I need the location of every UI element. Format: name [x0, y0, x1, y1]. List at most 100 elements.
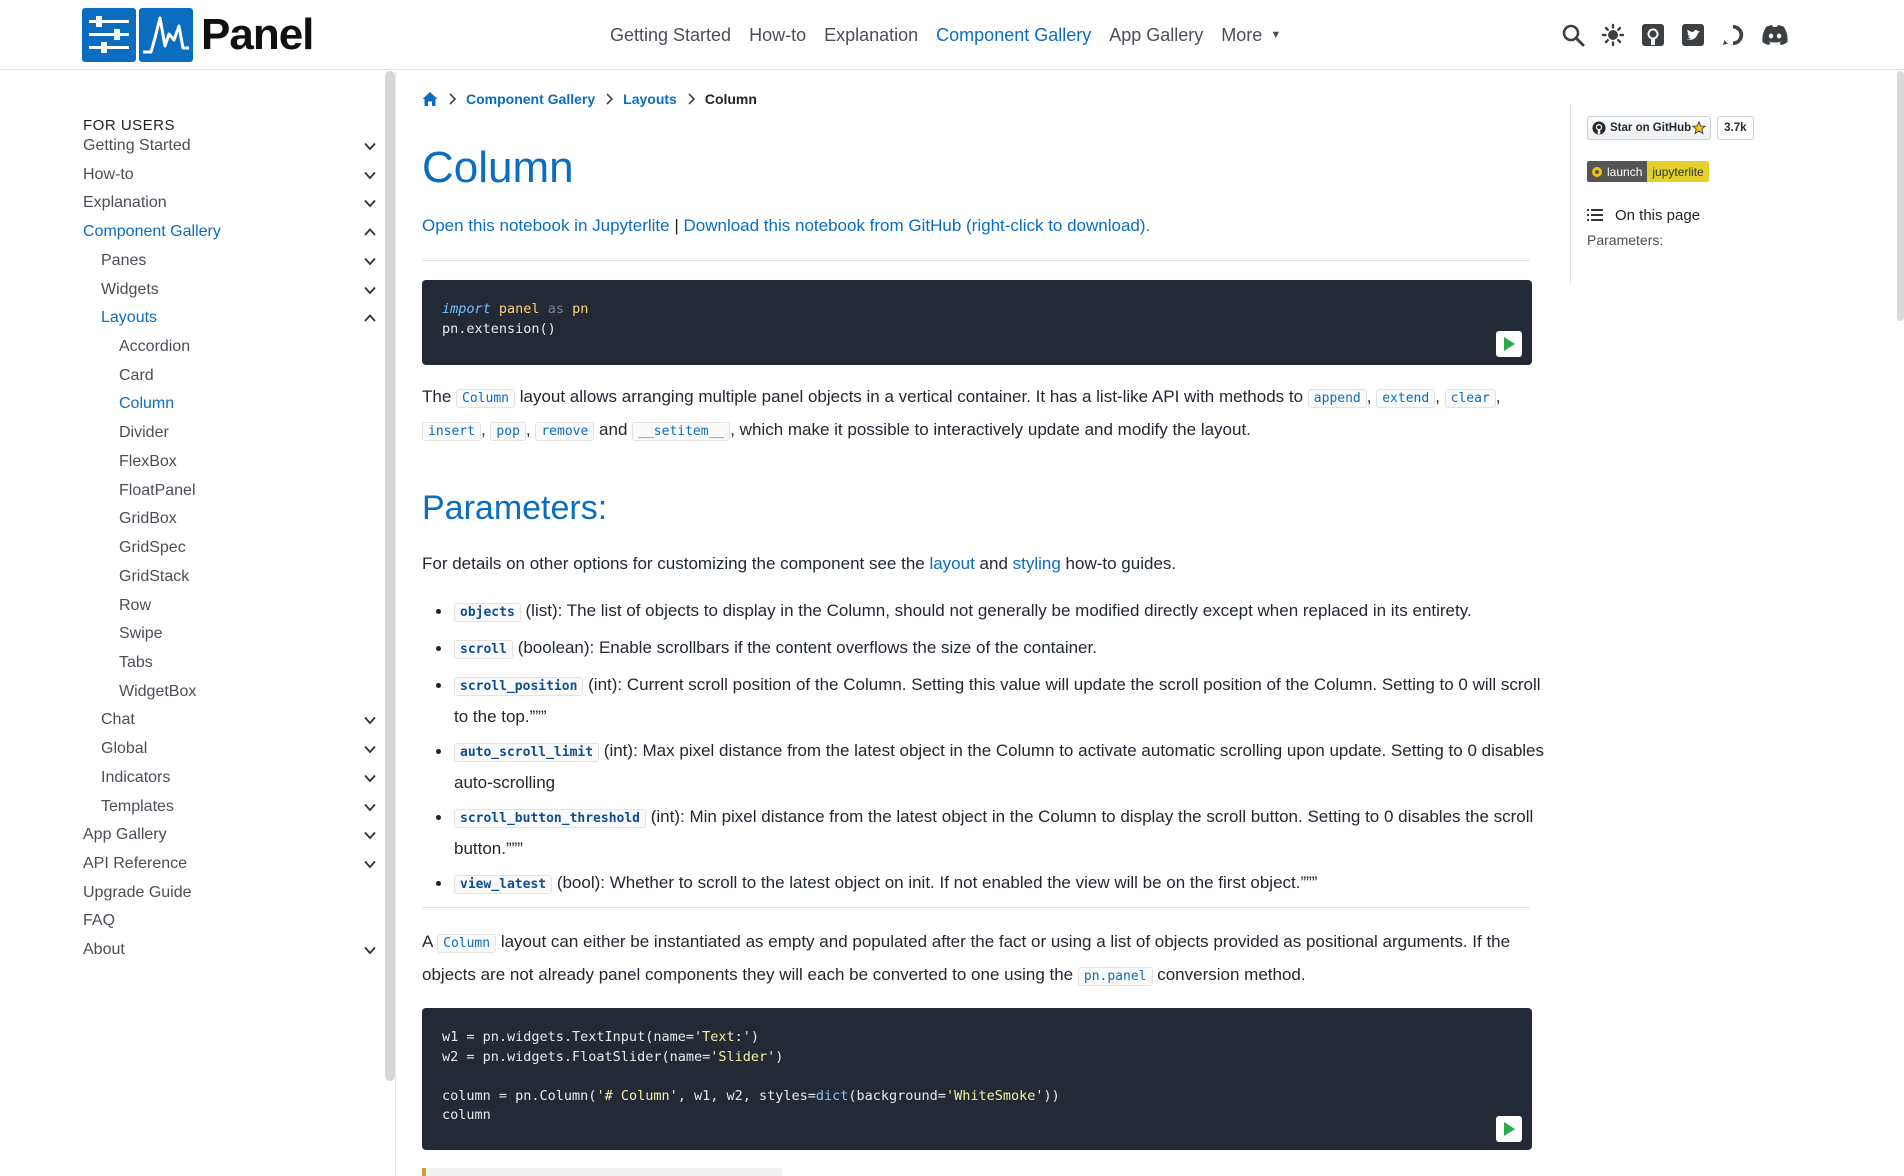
sidebar-item-label: WidgetBox — [119, 682, 197, 700]
main-content: Component Gallery Layouts Column Column … — [397, 71, 1557, 1176]
nav-icon-bar — [1560, 0, 1804, 70]
sidebar-item-label: GridSpec — [119, 539, 186, 557]
discourse-icon[interactable] — [1720, 22, 1746, 48]
sidebar-item-label: Swipe — [119, 625, 163, 643]
chevron-down-icon[interactable] — [362, 253, 378, 269]
run-cell-button[interactable] — [1496, 331, 1522, 357]
chevron-up-icon[interactable] — [362, 224, 378, 240]
inline-code: append — [1307, 389, 1367, 408]
search-icon[interactable] — [1560, 22, 1586, 48]
inline-code: remove — [535, 421, 595, 441]
sidebar-item-label: Explanation — [83, 194, 167, 212]
download-github-link[interactable]: Download this notebook from GitHub (righ… — [683, 216, 1150, 235]
divider — [422, 260, 1530, 261]
param-name: scroll — [454, 640, 513, 659]
styling-link[interactable]: styling — [1013, 554, 1061, 573]
chevron-down-icon[interactable] — [362, 167, 378, 183]
inline-code: insert — [422, 421, 481, 441]
code-block: w1 = pn.widgets.TextInput(name='Text:') … — [442, 1029, 1060, 1123]
inline-code: Column — [437, 934, 497, 953]
chevron-down-icon[interactable] — [362, 799, 378, 815]
sidebar-scrollbar[interactable] — [385, 71, 395, 1081]
run-cell-button[interactable] — [1496, 1116, 1522, 1142]
github-star-button[interactable]: Star on GitHub — [1587, 116, 1712, 140]
sidebar-item-label: Tabs — [119, 653, 153, 671]
github-icon — [1592, 121, 1606, 135]
chevron-down-icon[interactable] — [362, 712, 378, 728]
sidebar-item-label: Global — [101, 740, 148, 758]
inline-code: pn.panel — [1077, 966, 1153, 986]
sidebar-item-label: GridStack — [119, 567, 190, 585]
sidebar: FOR USERS Getting Started How-to Explanati… — [0, 71, 396, 1176]
nav-component-gallery[interactable]: Component Gallery — [936, 25, 1091, 46]
output-preview — [422, 1168, 782, 1176]
param-name: view_latest — [454, 875, 553, 894]
param-name: objects — [454, 603, 521, 622]
parameters-intro: For details on other options for customi… — [422, 554, 1177, 573]
toc-item-parameters[interactable]: Parameters: — [1587, 232, 1663, 248]
intro-paragraph: The Column layout allows arranging multi… — [422, 387, 1501, 441]
launch-badge-left: launch — [1587, 161, 1648, 182]
breadcrumb-layouts[interactable]: Layouts — [623, 91, 677, 107]
logo-chart-icon — [139, 8, 193, 62]
parameters-list: objects (list): The list of objects to d… — [422, 596, 1552, 900]
sidebar-item-label: Chat — [101, 711, 135, 729]
toc-heading-label: On this page — [1615, 206, 1701, 224]
chevron-down-icon[interactable] — [362, 195, 378, 211]
nav-explanation[interactable]: Explanation — [824, 25, 918, 46]
toc-heading: On this page — [1587, 203, 1700, 227]
github-star-count[interactable]: 3.7k — [1717, 116, 1754, 140]
chevron-down-icon[interactable] — [362, 770, 378, 786]
nav-how-to[interactable]: How-to — [749, 25, 806, 46]
inline-code: pop — [490, 421, 526, 441]
list-item: scroll_button_threshold (int): Min pixel… — [422, 802, 1552, 863]
code-cell-import: import panel as pn pn.extension() — [422, 280, 1532, 365]
column-usage-paragraph: A Column layout can either be instantiat… — [422, 932, 1511, 986]
sidebar-item-label: Templates — [101, 797, 174, 815]
chevron-down-icon[interactable] — [362, 741, 378, 757]
page-scrollbar[interactable] — [1897, 71, 1904, 321]
open-jupyterlite-link[interactable]: Open this notebook in Jupyterlite — [422, 216, 670, 235]
launch-jupyterlite-badge[interactable]: launch jupyterlite — [1587, 161, 1709, 182]
theme-toggle-icon[interactable] — [1600, 22, 1626, 48]
nav-getting-started[interactable]: Getting Started — [610, 25, 731, 46]
nav-more-label: More — [1221, 24, 1263, 45]
discord-icon[interactable] — [1760, 22, 1790, 48]
chevron-down-icon[interactable] — [362, 942, 378, 958]
chevron-up-icon[interactable] — [362, 310, 378, 326]
chevron-down-icon[interactable] — [362, 138, 378, 154]
chevron-down-icon[interactable] — [362, 827, 378, 843]
divider — [422, 907, 1530, 908]
inline-code: Column — [456, 389, 515, 408]
github-star-badge[interactable]: Star on GitHub 3.7k — [1587, 116, 1754, 140]
nav-more-dropdown[interactable]: More ▼ — [1221, 25, 1281, 46]
sidebar-item-label: Widgets — [101, 280, 159, 298]
home-icon[interactable] — [422, 91, 438, 107]
sidebar-item-about[interactable]: About — [0, 933, 380, 967]
panel-logo[interactable]: Panel — [82, 8, 314, 62]
code-block: import panel as pn pn.extension() — [442, 301, 589, 337]
github-icon[interactable] — [1640, 22, 1666, 48]
inline-code: __setitem__ — [632, 421, 731, 441]
inline-code: extend — [1376, 389, 1436, 408]
notebook-links: Open this notebook in Jupyterlite | Down… — [422, 216, 1150, 236]
brand-name: Panel — [201, 10, 314, 59]
sidebar-item-label: Card — [119, 366, 154, 384]
breadcrumb-component-gallery[interactable]: Component Gallery — [466, 91, 595, 107]
layout-link[interactable]: layout — [929, 554, 974, 573]
twitter-icon[interactable] — [1680, 22, 1706, 48]
sidebar-item-label: Indicators — [101, 768, 171, 786]
main-nav: Getting Started How-to Explanation Compo… — [610, 0, 1299, 70]
sidebar-divider — [395, 71, 396, 1176]
sidebar-item-label: Getting Started — [83, 137, 191, 154]
link-separator: | — [669, 216, 684, 235]
star-icon — [1692, 121, 1707, 135]
sidebar-item-label: About — [83, 941, 125, 959]
list-icon — [1587, 209, 1603, 221]
chevron-down-icon[interactable] — [362, 282, 378, 298]
sidebar-item-label: GridBox — [119, 510, 177, 528]
sidebar-item-label: Upgrade Guide — [83, 883, 192, 901]
nav-app-gallery[interactable]: App Gallery — [1109, 25, 1203, 46]
chevron-down-icon[interactable] — [362, 856, 378, 872]
sidebar-item-label: Row — [119, 596, 152, 614]
